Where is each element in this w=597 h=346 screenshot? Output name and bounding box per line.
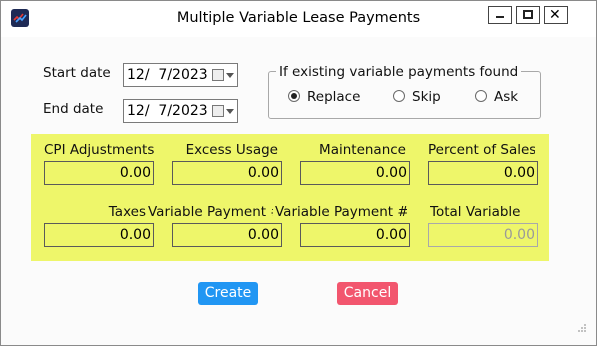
minimize-icon	[496, 16, 504, 18]
minimize-button[interactable]	[488, 6, 512, 24]
variable-payment-2-input[interactable]: 0.00	[300, 223, 410, 247]
start-date-picker[interactable]: 12/ 7/2023	[123, 63, 238, 87]
maintenance-input[interactable]: 0.00	[300, 161, 410, 185]
ask-label[interactable]: Ask	[494, 89, 518, 105]
calendar-icon[interactable]	[212, 105, 224, 117]
skip-radio[interactable]	[393, 90, 405, 102]
create-button[interactable]: Create	[198, 282, 258, 305]
variable-payment-2-label: Variable Payment #2	[275, 204, 407, 220]
taxes-label: Taxes	[108, 204, 146, 220]
replace-label[interactable]: Replace	[307, 89, 360, 105]
maintenance-label: Maintenance	[319, 142, 406, 158]
excess-usage-input[interactable]: 0.00	[172, 161, 282, 185]
end-date-label: End date	[43, 101, 104, 117]
percent-of-sales-label: Percent of Sales	[428, 142, 535, 158]
variable-payment-1-input[interactable]: 0.00	[172, 223, 282, 247]
excess-usage-label: Excess Usage	[185, 142, 278, 158]
close-icon: ✕	[549, 7, 561, 23]
dropdown-arrow-icon[interactable]	[226, 73, 234, 78]
start-date-value: 12/ 7/2023	[127, 67, 208, 83]
dropdown-arrow-icon[interactable]	[226, 109, 234, 114]
cancel-button[interactable]: Cancel	[337, 282, 398, 305]
resize-grip-icon[interactable]	[577, 323, 587, 333]
cpi-adjustments-input[interactable]: 0.00	[44, 161, 154, 185]
percent-of-sales-input[interactable]: 0.00	[428, 161, 538, 185]
total-variable-label: Total Variable	[430, 204, 521, 220]
start-date-label: Start date	[43, 65, 111, 81]
end-date-picker[interactable]: 12/ 7/2023	[123, 99, 238, 123]
maximize-icon	[523, 10, 533, 19]
ask-radio[interactable]	[475, 90, 487, 102]
total-variable-input: 0.00	[428, 223, 538, 247]
taxes-input[interactable]: 0.00	[44, 223, 154, 247]
cpi-adjustments-label: CPI Adjustments	[44, 142, 155, 158]
variable-payment-1-label: Variable Payment #1	[148, 204, 273, 220]
calendar-icon[interactable]	[212, 69, 224, 81]
maximize-button[interactable]	[516, 6, 540, 24]
end-date-value: 12/ 7/2023	[127, 103, 208, 119]
existing-payments-title: If existing variable payments found	[276, 64, 522, 80]
close-button[interactable]: ✕	[544, 6, 568, 24]
skip-label[interactable]: Skip	[412, 89, 441, 105]
replace-radio[interactable]	[288, 90, 300, 102]
title-bar: Multiple Variable Lease Payments ✕	[1, 1, 596, 37]
dialog-window: Multiple Variable Lease Payments ✕ Start…	[0, 0, 597, 346]
